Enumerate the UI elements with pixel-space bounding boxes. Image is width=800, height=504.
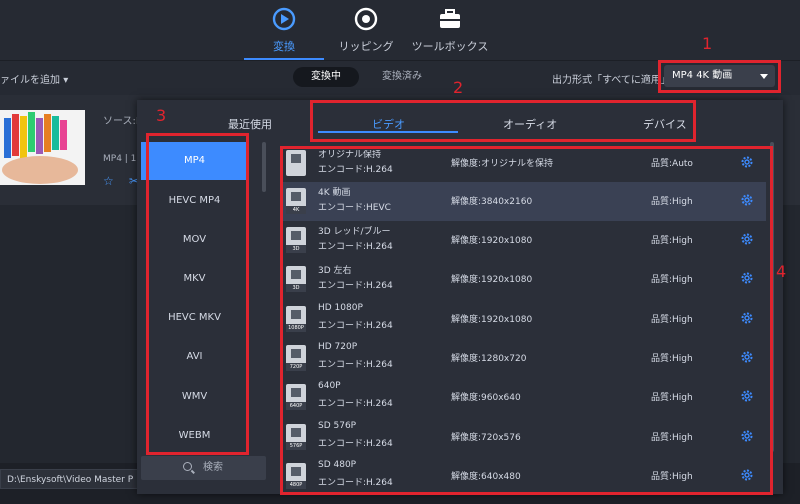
add-file-label: ァイルを追加	[0, 75, 60, 86]
tab-recent[interactable]: 最近使用	[228, 116, 272, 132]
annotation-number: 1	[702, 34, 713, 53]
tab-toolbox[interactable]: ツールボックス	[410, 6, 490, 54]
output-path-field[interactable]: D:\Enskysoft\Video Master P	[0, 469, 140, 489]
star-icon[interactable]: ☆	[103, 174, 114, 188]
file-meta: MP4 | 1	[103, 154, 137, 164]
toolbox-icon	[440, 9, 460, 28]
annotation-box-3	[146, 133, 249, 455]
convert-icon	[272, 7, 296, 31]
format-search-input[interactable]: 検索	[141, 456, 266, 480]
tab-convert[interactable]: 変換	[244, 6, 324, 60]
tab-toolbox-label: ツールボックス	[411, 40, 489, 53]
search-label: 検索	[203, 462, 223, 473]
format-list-scrollbar[interactable]	[262, 142, 266, 192]
annotation-number: 2	[453, 78, 464, 97]
annotation-number: 4	[776, 262, 787, 281]
converting-tab[interactable]: 変換中	[293, 67, 359, 87]
search-icon	[183, 462, 192, 471]
annotation-box-1	[658, 60, 781, 93]
dropdown-caret-icon: ▾	[63, 75, 69, 86]
annotation-box-4	[280, 146, 773, 495]
annotation-box-2	[310, 100, 696, 142]
add-file-button[interactable]: ァイルを追加 ▾	[0, 71, 68, 86]
output-format-label: 出力形式「すべてに適用」	[552, 75, 671, 86]
crayons-image	[0, 110, 85, 185]
tab-convert-label: 変換	[273, 40, 295, 53]
video-thumbnail[interactable]	[0, 110, 85, 185]
tab-ripping-label: リッピング	[338, 40, 394, 53]
annotation-number: 3	[156, 106, 167, 125]
converted-tab[interactable]: 変換済み	[367, 67, 437, 87]
tab-ripping[interactable]: リッピング	[326, 6, 406, 54]
disc-icon	[354, 7, 378, 31]
